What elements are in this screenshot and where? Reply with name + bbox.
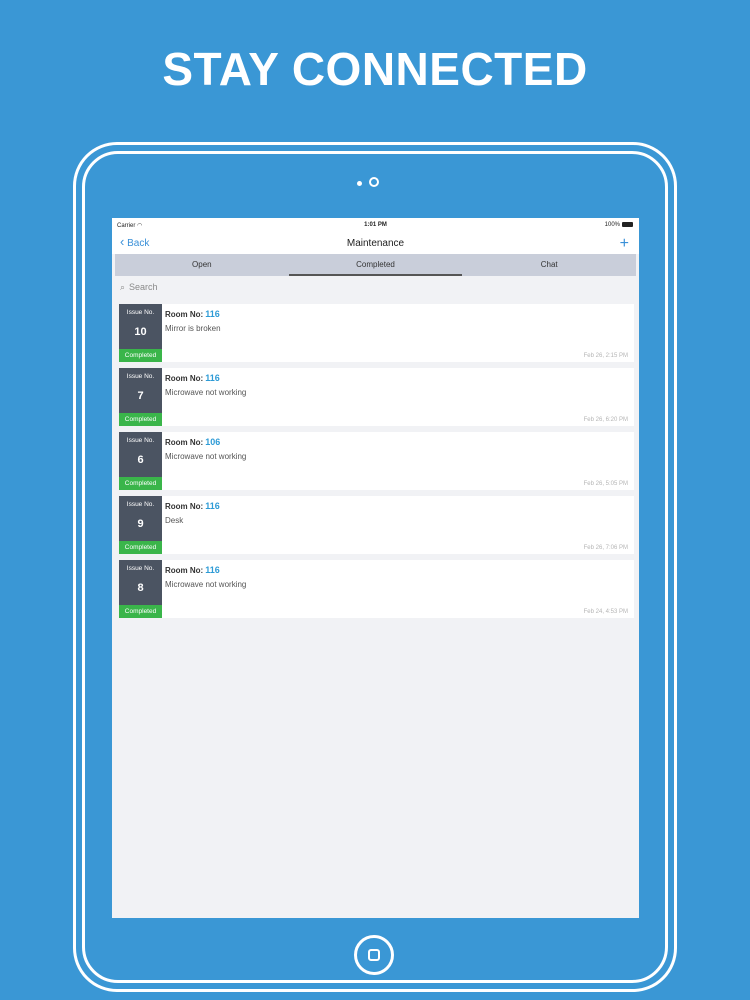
search-input[interactable]: ⌕ Search bbox=[120, 282, 158, 298]
issue-card[interactable]: Issue No. 8 Completed Room No: 116 Microw… bbox=[119, 560, 634, 618]
home-button[interactable] bbox=[354, 935, 394, 975]
issue-badge: Issue No. 10 Completed bbox=[119, 304, 162, 362]
issue-card[interactable]: Issue No. 9 Completed Room No: 116 Desk F… bbox=[119, 496, 634, 554]
room-label: Room No: bbox=[165, 374, 204, 383]
issue-badge: Issue No. 9 Completed bbox=[119, 496, 162, 554]
status-bar: Carrier ◠ 1:01 PM 100% bbox=[112, 218, 639, 234]
room-info: Room No: 116 bbox=[165, 565, 220, 575]
tab-open[interactable]: Open bbox=[115, 254, 289, 276]
room-label: Room No: bbox=[165, 310, 204, 319]
issue-description: Desk bbox=[165, 516, 184, 525]
room-info: Room No: 116 bbox=[165, 501, 220, 511]
issue-card[interactable]: Issue No. 6 Completed Room No: 106 Microw… bbox=[119, 432, 634, 490]
tab-completed[interactable]: Completed bbox=[288, 254, 463, 276]
issue-number: 7 bbox=[137, 390, 144, 402]
issue-number: 8 bbox=[137, 582, 144, 594]
issue-timestamp: Feb 26, 5:05 PM bbox=[583, 481, 628, 487]
issue-description: Microwave not working bbox=[165, 388, 247, 397]
issue-number: 9 bbox=[137, 518, 144, 530]
issue-timestamp: Feb 24, 4:53 PM bbox=[583, 609, 628, 615]
status-badge: Completed bbox=[119, 541, 162, 554]
issue-card[interactable]: Issue No. 10 Completed Room No: 116 Mirro… bbox=[119, 304, 634, 362]
status-badge: Completed bbox=[119, 605, 162, 618]
issue-label: Issue No. bbox=[126, 501, 155, 508]
home-square-icon bbox=[368, 949, 380, 961]
room-label: Room No: bbox=[165, 502, 204, 511]
page-title: Maintenance bbox=[346, 238, 405, 249]
issue-timestamp: Feb 26, 6:20 PM bbox=[583, 417, 628, 423]
issue-label: Issue No. bbox=[126, 373, 155, 380]
navigation-bar: ‹ Back Maintenance + bbox=[112, 234, 639, 254]
add-button[interactable]: + bbox=[620, 234, 629, 254]
battery-icon bbox=[622, 222, 633, 227]
issue-number: 6 bbox=[137, 454, 144, 466]
status-badge: Completed bbox=[119, 477, 162, 490]
issue-list: Issue No. 10 Completed Room No: 116 Mirro… bbox=[119, 304, 634, 624]
issue-card[interactable]: Issue No. 7 Completed Room No: 116 Microw… bbox=[119, 368, 634, 426]
room-number: 116 bbox=[205, 501, 220, 511]
segment-tabs: Open Completed Chat bbox=[115, 254, 636, 276]
room-number: 116 bbox=[205, 309, 220, 319]
issue-badge: Issue No. 7 Completed bbox=[119, 368, 162, 426]
page-headline: STAY CONNECTED bbox=[162, 43, 588, 95]
room-info: Room No: 116 bbox=[165, 309, 220, 319]
issue-description: Mirror is broken bbox=[165, 324, 221, 333]
search-icon: ⌕ bbox=[120, 282, 126, 292]
camera-dot-icon bbox=[357, 181, 362, 186]
issue-badge: Issue No. 6 Completed bbox=[119, 432, 162, 490]
battery-indicator: 100% bbox=[605, 222, 633, 228]
issue-label: Issue No. bbox=[126, 309, 155, 316]
room-number: 106 bbox=[205, 437, 221, 447]
issue-description: Microwave not working bbox=[165, 580, 247, 589]
room-number: 116 bbox=[205, 373, 220, 383]
issue-timestamp: Feb 26, 7:06 PM bbox=[583, 545, 628, 551]
tab-chat[interactable]: Chat bbox=[462, 254, 636, 276]
issue-label: Issue No. bbox=[126, 565, 155, 572]
issue-number: 10 bbox=[134, 326, 147, 338]
search-placeholder: Search bbox=[129, 282, 158, 292]
issue-timestamp: Feb 26, 2:15 PM bbox=[583, 353, 628, 359]
status-time: 1:01 PM bbox=[364, 222, 387, 228]
status-badge: Completed bbox=[119, 413, 162, 426]
status-badge: Completed bbox=[119, 349, 162, 362]
issue-badge: Issue No. 8 Completed bbox=[119, 560, 162, 618]
issue-label: Issue No. bbox=[126, 437, 155, 444]
room-label: Room No: bbox=[165, 438, 204, 447]
battery-percent: 100% bbox=[604, 222, 620, 229]
room-number: 116 bbox=[205, 565, 220, 575]
room-label: Room No: bbox=[165, 566, 204, 575]
room-info: Room No: 116 bbox=[165, 373, 220, 383]
issue-description: Microwave not working bbox=[165, 452, 247, 461]
room-info: Room No: 106 bbox=[165, 437, 220, 447]
camera-lens-icon bbox=[369, 177, 379, 187]
app-screen: Carrier ◠ 1:01 PM 100% ‹ Back Maintenanc… bbox=[112, 218, 639, 918]
